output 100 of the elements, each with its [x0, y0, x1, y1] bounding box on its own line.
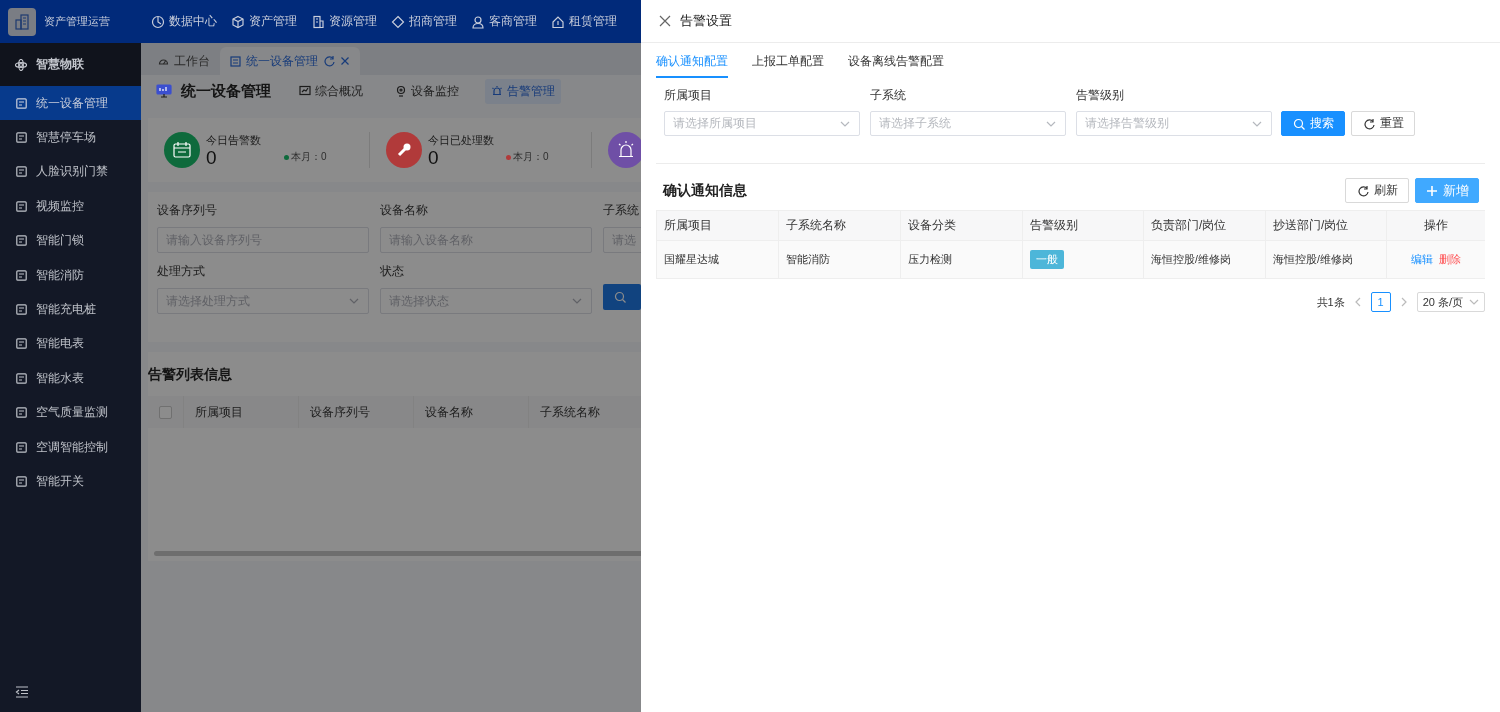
page-size-select[interactable]: 20 条/页: [1416, 292, 1485, 312]
table-cell: 国耀星达城: [657, 241, 779, 279]
menu-icon: [16, 166, 27, 178]
field-label: 设备序列号: [157, 202, 218, 219]
list-icon: [230, 55, 241, 67]
column-header: 操作: [1387, 211, 1485, 241]
field-label: 子系统: [603, 202, 640, 219]
stat-value: 0: [206, 147, 218, 168]
stat-label: 今日已处理数: [428, 132, 495, 148]
menu-icon: [16, 372, 27, 384]
search-icon: [614, 290, 627, 304]
nav-item[interactable]: 客商管理: [464, 0, 544, 43]
sidebar-item[interactable]: 空调智能控制: [0, 429, 141, 465]
field-label: 处理方式: [157, 263, 206, 280]
nav-item[interactable]: 资产管理: [224, 0, 304, 43]
nav-item[interactable]: 资源管理: [304, 0, 384, 43]
field-label: 子系统: [870, 87, 907, 104]
sub-tab[interactable]: 设备监控: [389, 78, 465, 104]
section-title: 告警列表信息: [148, 365, 233, 384]
nav-icon: [391, 14, 405, 29]
tab-icon: [299, 85, 311, 97]
menu-icon: [16, 269, 27, 281]
column-header: 设备名称: [414, 396, 529, 428]
menu-group[interactable]: 智慧物联: [0, 43, 141, 86]
refresh-icon: [1356, 184, 1369, 197]
nav-item[interactable]: 租赁管理: [544, 0, 624, 43]
close-icon[interactable]: [659, 15, 671, 27]
refresh-button[interactable]: 刷新: [1345, 178, 1409, 203]
search-icon: [1292, 117, 1305, 130]
refresh-icon[interactable]: [323, 55, 335, 67]
stat-value: 0: [428, 147, 440, 168]
tab-icon: [491, 85, 503, 97]
tab[interactable]: 设备离线告警配置: [848, 51, 944, 78]
checkbox[interactable]: [159, 405, 172, 419]
close-icon[interactable]: [340, 56, 350, 66]
sidebar-item[interactable]: 统一设备管理: [0, 86, 141, 121]
page-tab[interactable]: 工作台: [148, 47, 220, 75]
column-header: 负责部门/岗位: [1144, 211, 1266, 241]
menu-icon: [16, 132, 27, 144]
total-count: 共1条: [1316, 294, 1345, 310]
nav-item[interactable]: 数据中心: [144, 0, 224, 43]
nav-icon: [311, 14, 325, 29]
monitor-icon: [156, 83, 172, 99]
column-header: 抄送部门/岗位: [1266, 211, 1387, 241]
section-title: 确认通知信息: [663, 181, 748, 200]
column-header: 告警级别: [1023, 211, 1144, 241]
menu-icon: [16, 200, 27, 212]
column-header: 设备序列号: [299, 396, 414, 428]
atom-icon: [15, 58, 27, 71]
stat-label: 今日告警数: [206, 132, 262, 148]
tab[interactable]: 上报工单配置: [752, 51, 824, 78]
column-header: 设备分类: [901, 211, 1023, 241]
scrollbar[interactable]: [154, 551, 641, 556]
refresh-icon: [1362, 117, 1375, 130]
sub-tab[interactable]: 综合概况: [293, 78, 369, 104]
menu-icon: [16, 441, 27, 453]
sidebar-item[interactable]: 智能门锁: [0, 223, 141, 258]
sidebar-item[interactable]: 视频监控: [0, 189, 141, 224]
plus-icon: [1425, 184, 1438, 197]
table-cell: 海恒控股/维修岗: [1266, 241, 1387, 279]
month-count: 本月：0: [291, 150, 327, 164]
column-header: 所属项目: [657, 211, 779, 241]
next-page-icon[interactable]: [1399, 297, 1408, 307]
menu-icon: [16, 476, 27, 487]
column-header: 所属项目: [184, 396, 299, 428]
month-count: 本月：0: [513, 150, 549, 164]
menu-icon: [16, 304, 27, 316]
sidebar-item[interactable]: 人脸识别门禁: [0, 154, 141, 190]
column-header: 子系统名称: [779, 211, 901, 241]
drawer-title: 告警设置: [680, 12, 732, 30]
field-label: 告警级别: [1076, 87, 1125, 104]
menu-icon: [16, 407, 27, 419]
search-button[interactable]: [603, 284, 641, 310]
menu-icon: [16, 338, 27, 350]
sidebar-item[interactable]: 空气质量监测: [0, 395, 141, 430]
nav-item[interactable]: 招商管理: [384, 0, 464, 43]
sidebar-item[interactable]: 智能开关: [0, 464, 141, 499]
app-title: 资产管理运营: [44, 14, 111, 29]
field-label: 所属项目: [664, 87, 713, 104]
table-cell: 压力检测: [901, 241, 1023, 279]
sidebar-item[interactable]: 智慧停车场: [0, 120, 141, 155]
sidebar-item[interactable]: 智能消防: [0, 257, 141, 293]
sidebar-item[interactable]: 智能充电桩: [0, 292, 141, 327]
chevron-down-icon: [1469, 297, 1479, 307]
table-cell: 智能消防: [779, 241, 901, 279]
sidebar-item[interactable]: 智能电表: [0, 326, 141, 362]
logo-icon: [8, 7, 36, 36]
collapse-menu-icon[interactable]: [15, 686, 29, 698]
field-label: 状态: [380, 263, 405, 280]
nav-icon: [231, 14, 245, 29]
menu-icon: [16, 97, 27, 109]
prev-page-icon[interactable]: [1353, 297, 1362, 307]
field-label: 设备名称: [380, 202, 429, 219]
reset-button[interactable]: 重置: [1351, 111, 1415, 136]
level-tag: 一般: [1030, 250, 1064, 269]
page-title: 统一设备管理: [181, 81, 271, 101]
tab-icon: [395, 85, 407, 97]
nav-icon: [551, 14, 565, 29]
menu-icon: [16, 235, 27, 247]
sidebar-item[interactable]: 智能水表: [0, 361, 141, 396]
